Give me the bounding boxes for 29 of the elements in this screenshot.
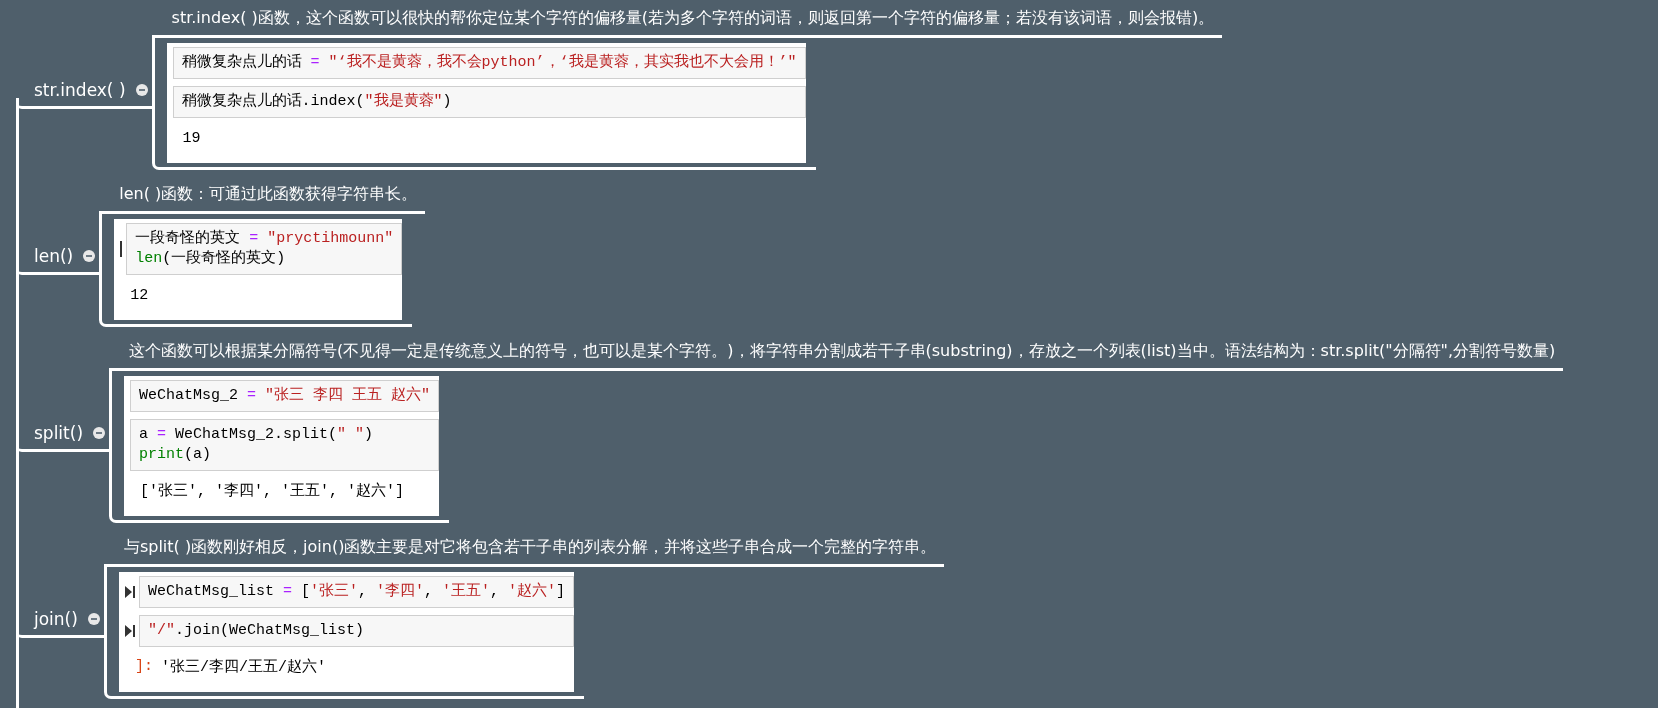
collapse-icon[interactable] [135,83,148,96]
branch-label[interactable]: len() [34,246,74,266]
run-icon[interactable] [124,586,135,598]
code-line: len(一段奇怪的英文) [135,249,287,269]
code-line: a = WeChatMsg_2.split(" ") [139,425,375,445]
code-line: 19 [182,129,201,149]
collapse-icon[interactable] [93,426,106,439]
branch-label[interactable]: split() [34,422,84,443]
collapse-icon[interactable] [83,250,96,262]
topic-description: 这个函数可以根据某分隔符号(不见得一定是传统意义上的符号，也可以是某个字符。)，将字符串分割成若干子串(substring)，存放之一个列表(list)当中。语法结构为：str.split("分隔符",分割符号数量) [109,341,1564,371]
cell-marker [120,241,123,257]
collapse-icon[interactable] [87,612,100,625]
code-line: 稍微复杂点儿的话 = "‘我不是黄蓉，我不会python’，‘我是黄蓉，其实我也不大会用！’" [181,53,797,73]
topic-description: str.index( )函数，这个函数可以很快的帮你定位某个字符的偏移量(若为多个字符的词语，则返回第一个字符的偏移量；若没有该词语，则会报错)。 [151,8,1223,38]
topic-description: 与split( )函数刚好相反，join()函数主要是对它将包含若干子串的列表分解，并将这些子串合成一个完整的字符串。 [103,537,945,567]
output-prompt: ]: [134,658,153,677]
code-line: 稍微复杂点儿的话.index("我是黄蓉") [181,92,453,112]
code-line: 12 [130,286,149,306]
code-line: "/".join(WeChatMsg_list) [147,621,365,641]
code-line: ['张三', '李四', '王五', '赵六'] [140,482,405,502]
branch-label[interactable]: str.index( ) [34,79,126,100]
topic-description: len( )函数：可通过此函数获得字符串长。 [99,184,426,214]
code-line: 一段奇怪的英文 = "pryctihmounn" [135,229,394,249]
code-line: '张三/李四/王五/赵六' [160,658,326,678]
code-line: print(a) [139,445,213,465]
run-icon[interactable] [124,625,135,637]
code-line: WeChatMsg_list = ['张三', '李四', '王五', '赵六'] [147,582,566,602]
branch-label[interactable]: join() [34,608,78,629]
code-line: WeChatMsg_2 = "张三 李四 王五 赵六" [139,386,431,406]
